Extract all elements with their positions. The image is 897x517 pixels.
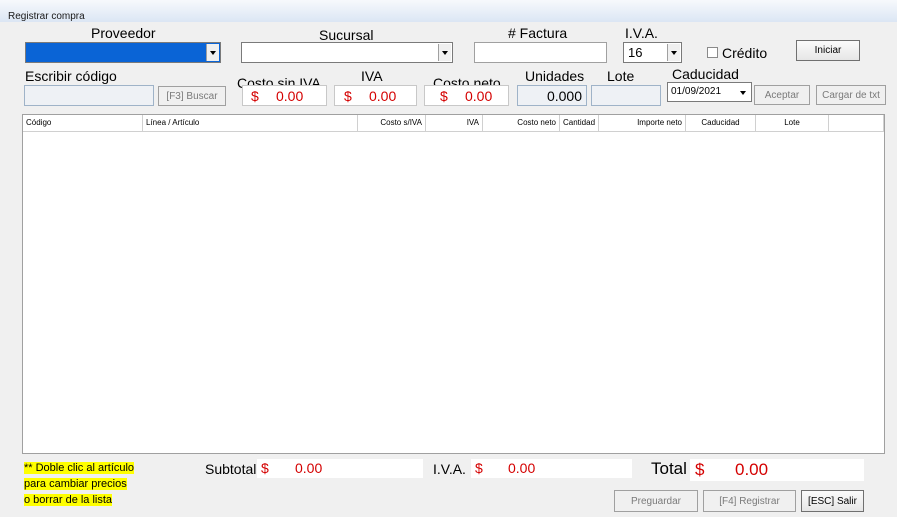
chevron-down-icon[interactable] bbox=[206, 44, 219, 61]
column-header-costo-neto[interactable]: Costo neto bbox=[483, 115, 560, 131]
currency-symbol: $ bbox=[261, 460, 269, 476]
costo-sin-iva-field[interactable]: $ 0.00 bbox=[242, 85, 327, 106]
iva-value: 0.00 bbox=[369, 88, 397, 104]
chevron-down-icon[interactable] bbox=[667, 44, 680, 61]
column-header-cantidad[interactable]: Cantidad bbox=[560, 115, 599, 131]
factura-label: # Factura bbox=[508, 25, 568, 41]
items-table[interactable]: Código Línea / Artículo Costo s/IVA IVA … bbox=[22, 114, 885, 454]
iniciar-button[interactable]: Iniciar bbox=[796, 40, 860, 61]
sucursal-label: Sucursal bbox=[319, 27, 374, 43]
window-titlebar bbox=[0, 0, 897, 23]
column-header-linea-articulo[interactable]: Línea / Artículo bbox=[143, 115, 358, 131]
factura-input[interactable] bbox=[474, 42, 607, 63]
column-header-caducidad[interactable]: Caducidad bbox=[686, 115, 756, 131]
currency-symbol: $ bbox=[440, 88, 448, 104]
window-title: Registrar compra bbox=[8, 11, 85, 22]
currency-symbol: $ bbox=[695, 460, 705, 479]
unidades-input[interactable]: 0.000 bbox=[517, 85, 587, 106]
codigo-label: Escribir código bbox=[25, 68, 117, 84]
lote-input[interactable] bbox=[591, 85, 661, 106]
proveedor-select[interactable] bbox=[25, 42, 221, 63]
iva-rate-value: 16 bbox=[628, 45, 643, 60]
instruction-note-line1: ** Doble clic al artículo bbox=[24, 462, 135, 474]
iva-rate-label: I.V.A. bbox=[625, 25, 658, 41]
column-header-filler bbox=[829, 115, 884, 131]
subtotal-value: 0.00 bbox=[295, 460, 323, 476]
currency-symbol: $ bbox=[475, 460, 483, 476]
iva-total-label: I.V.A. bbox=[433, 461, 466, 477]
buscar-button[interactable]: [F3] Buscar bbox=[158, 86, 226, 106]
caducidad-value: 01/09/2021 bbox=[671, 86, 722, 97]
total-field: $ 0.00 bbox=[690, 459, 864, 481]
subtotal-label: Subtotal bbox=[205, 461, 257, 477]
column-header-importe-neto[interactable]: Importe neto bbox=[599, 115, 686, 131]
caducidad-datepicker[interactable]: 01/09/2021 bbox=[667, 82, 752, 102]
aceptar-button[interactable]: Aceptar bbox=[754, 85, 810, 105]
total-value: 0.00 bbox=[735, 460, 769, 479]
credito-label: Crédito bbox=[722, 45, 768, 61]
column-header-costo-sin-iva[interactable]: Costo s/IVA bbox=[358, 115, 426, 131]
preguardar-button[interactable]: Preguardar bbox=[614, 490, 698, 512]
chevron-down-icon[interactable] bbox=[438, 44, 451, 61]
sucursal-select[interactable] bbox=[241, 42, 453, 63]
proveedor-label: Proveedor bbox=[91, 25, 156, 41]
credito-checkbox[interactable] bbox=[707, 47, 718, 58]
cargar-txt-button[interactable]: Cargar de txt bbox=[816, 85, 886, 105]
unidades-label: Unidades bbox=[525, 68, 585, 84]
registrar-button[interactable]: [F4] Registrar bbox=[703, 490, 796, 512]
salir-button[interactable]: [ESC] Salir bbox=[801, 490, 864, 512]
column-header-iva[interactable]: IVA bbox=[426, 115, 483, 131]
caducidad-label: Caducidad bbox=[672, 66, 739, 82]
unidades-value: 0.000 bbox=[546, 88, 582, 104]
total-label: Total bbox=[651, 459, 687, 478]
iva-field[interactable]: $ 0.00 bbox=[334, 85, 417, 106]
column-header-lote[interactable]: Lote bbox=[756, 115, 829, 131]
iva-label: IVA bbox=[361, 68, 383, 84]
chevron-down-icon[interactable] bbox=[737, 84, 750, 100]
iva-rate-select[interactable]: 16 bbox=[623, 42, 682, 63]
costo-sin-iva-value: 0.00 bbox=[276, 88, 304, 104]
column-header-codigo[interactable]: Código bbox=[23, 115, 143, 131]
iva-total-field: $ 0.00 bbox=[471, 459, 632, 478]
currency-symbol: $ bbox=[344, 88, 352, 104]
instruction-note-line3: o borrar de la lista bbox=[24, 494, 113, 506]
costo-neto-field[interactable]: $ 0.00 bbox=[424, 85, 509, 106]
subtotal-field: $ 0.00 bbox=[257, 459, 423, 478]
currency-symbol: $ bbox=[251, 88, 259, 104]
codigo-input[interactable] bbox=[24, 85, 154, 106]
header-divider bbox=[23, 131, 884, 132]
iva-total-value: 0.00 bbox=[508, 460, 536, 476]
costo-neto-value: 0.00 bbox=[465, 88, 493, 104]
lote-label: Lote bbox=[607, 68, 635, 84]
instruction-note-line2: para cambiar precios bbox=[24, 478, 127, 490]
